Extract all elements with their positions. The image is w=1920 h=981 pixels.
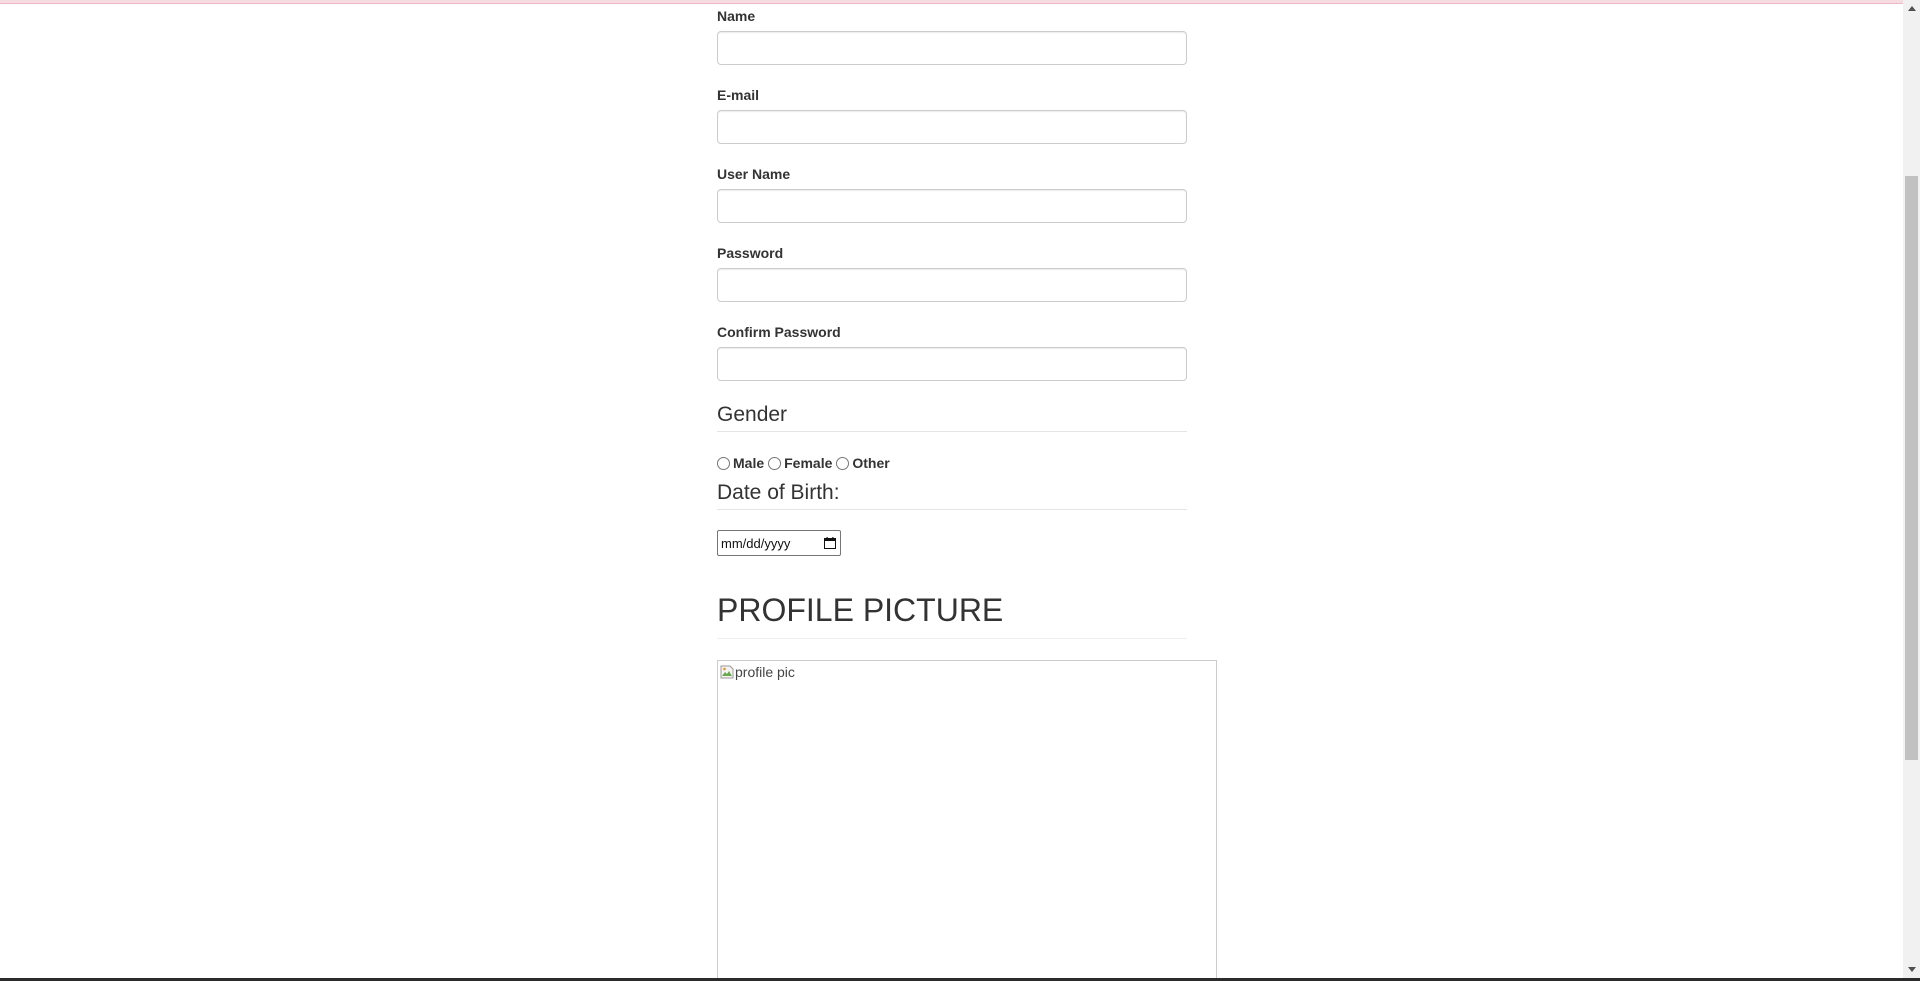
dob-heading: Date of Birth:: [717, 481, 1187, 510]
confirm-password-label: Confirm Password: [717, 324, 841, 340]
dob-placeholder: mm/dd/yyyy: [721, 535, 791, 551]
gender-options: Male Female Other: [717, 455, 894, 471]
password-label: Password: [717, 245, 784, 261]
scroll-up-arrow-icon[interactable]: [1903, 0, 1920, 17]
profile-picture-image: profile pic: [717, 660, 1217, 978]
email-label: E-mail: [717, 87, 760, 103]
gender-label-other: Other: [852, 455, 890, 471]
confirm-password-input[interactable]: [717, 347, 1187, 381]
gender-radio-male[interactable]: [717, 456, 730, 470]
gender-label-male: Male: [733, 455, 765, 471]
broken-image-icon: [720, 665, 734, 679]
dob-heading-text: Date of Birth:: [717, 481, 840, 504]
name-input[interactable]: [717, 31, 1187, 65]
broken-image-placeholder: profile pic: [720, 664, 795, 680]
profile-picture-heading-text: PROFILE PICTURE: [717, 592, 1004, 628]
email-input[interactable]: [717, 110, 1187, 144]
calendar-icon[interactable]: [824, 537, 836, 549]
gender-heading-text: Gender: [717, 403, 788, 426]
gender-label-female: Female: [784, 455, 833, 471]
scroll-down-arrow-icon[interactable]: [1903, 961, 1920, 978]
username-label: User Name: [717, 166, 791, 182]
password-input[interactable]: [717, 268, 1187, 302]
gender-heading: Gender: [717, 403, 1187, 432]
gender-radio-other[interactable]: [836, 456, 850, 470]
username-input[interactable]: [717, 189, 1187, 223]
gender-radio-female[interactable]: [768, 456, 782, 470]
page-viewport: Name E-mail User Name Password Confirm P…: [0, 0, 1903, 978]
vertical-scrollbar[interactable]: [1903, 0, 1920, 978]
profile-image-alt-text: profile pic: [735, 664, 795, 680]
dob-date-input[interactable]: mm/dd/yyyy: [717, 530, 841, 556]
name-label: Name: [717, 8, 756, 24]
scrollbar-thumb[interactable]: [1905, 176, 1918, 760]
profile-picture-heading: PROFILE PICTURE: [717, 592, 1187, 639]
